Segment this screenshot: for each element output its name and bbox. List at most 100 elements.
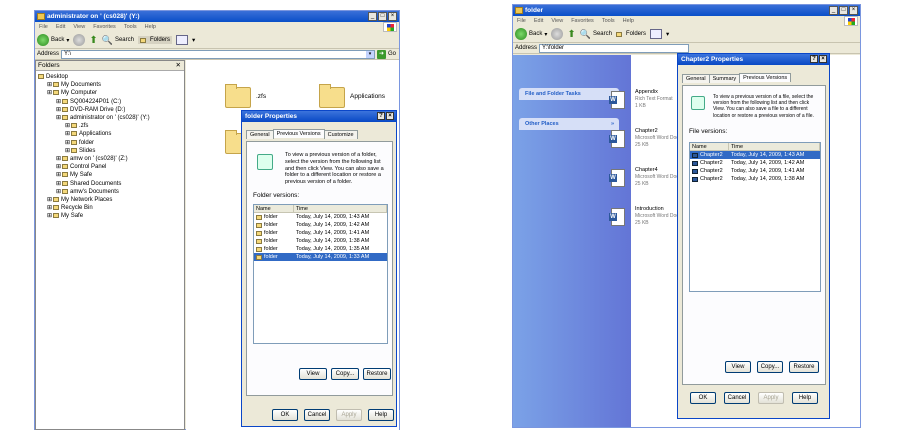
- minimize-button[interactable]: _: [368, 12, 377, 21]
- expand-toggle-icon[interactable]: ⊞: [65, 140, 70, 146]
- views-button[interactable]: [650, 29, 662, 39]
- tree-item[interactable]: ⊞ My Safe: [38, 212, 182, 220]
- expand-toggle-icon[interactable]: ⊞: [56, 107, 61, 113]
- apply-button[interactable]: Apply: [336, 409, 362, 421]
- column-header-time[interactable]: Time: [729, 143, 820, 150]
- forward-button[interactable]: [73, 34, 86, 46]
- back-button[interactable]: Back ▾: [515, 28, 547, 40]
- address-input[interactable]: Y:\folder: [539, 43, 690, 53]
- version-row[interactable]: folder Today, July 14, 2009, 1:33 AM: [254, 253, 387, 261]
- tree-item[interactable]: ⊞ administrator on ' (cs028)' (Y:): [38, 114, 182, 122]
- tree-item[interactable]: ⊞ DVD-RAM Drive (D:): [38, 106, 182, 114]
- tree-item[interactable]: ⊞ amw on ' (cs028)' (Z:): [38, 155, 182, 163]
- expand-toggle-icon[interactable]: ⊞: [56, 115, 61, 121]
- tree-item[interactable]: ⊞ .zfs: [38, 122, 182, 130]
- dialog-close-icon[interactable]: ×: [819, 55, 827, 63]
- apply-button[interactable]: Apply: [758, 392, 784, 404]
- help-icon[interactable]: ?: [810, 55, 818, 63]
- close-button[interactable]: ×: [849, 6, 858, 15]
- version-row[interactable]: folder Today, July 14, 2009, 1:42 AM: [254, 221, 387, 229]
- help-icon[interactable]: ?: [377, 112, 385, 120]
- file-item[interactable]: AppendixRich Text Format1 KB: [609, 89, 679, 123]
- tab-general[interactable]: General: [246, 130, 274, 139]
- minimize-button[interactable]: _: [829, 6, 838, 15]
- expand-toggle-icon[interactable]: ⊞: [65, 131, 70, 137]
- file-item[interactable]: Chapter4Microsoft Word Docu...25 KB: [609, 167, 679, 201]
- tree-item[interactable]: Desktop: [38, 73, 182, 81]
- folders-button[interactable]: Folders: [137, 36, 172, 44]
- tab-general[interactable]: General: [682, 74, 710, 83]
- versions-list[interactable]: Name Time Chapter2 Today, July 14, 2009, 1:…: [689, 142, 821, 292]
- menu-item-view[interactable]: View: [73, 22, 85, 32]
- tree-item[interactable]: ⊞ folder: [38, 139, 182, 147]
- views-button[interactable]: [176, 35, 188, 45]
- tab-previous-versions[interactable]: Previous Versions: [739, 73, 792, 82]
- view-button[interactable]: View: [299, 368, 327, 380]
- menu-item-favorites[interactable]: Favorites: [93, 22, 116, 32]
- tree-item[interactable]: ⊞ amw's Documents: [38, 188, 182, 196]
- dialog-close-icon[interactable]: ×: [386, 112, 394, 120]
- view-button[interactable]: View: [725, 361, 751, 373]
- search-button[interactable]: 🔍 Search: [580, 29, 612, 40]
- version-row[interactable]: folder Today, July 14, 2009, 1:43 AM: [254, 213, 387, 221]
- expand-toggle-icon[interactable]: ⊞: [47, 90, 52, 96]
- back-button[interactable]: Back ▾: [37, 34, 69, 46]
- expand-toggle-icon[interactable]: ⊞: [56, 156, 61, 162]
- expand-toggle-icon[interactable]: ⊞: [65, 148, 70, 154]
- expand-toggle-icon[interactable]: ⊞: [56, 189, 61, 195]
- versions-list[interactable]: Name Time folder Today, July 14, 2009, 1:43…: [253, 204, 388, 344]
- menu-item-help[interactable]: Help: [623, 16, 634, 26]
- close-button[interactable]: ×: [388, 12, 397, 21]
- expand-toggle-icon[interactable]: ⊞: [56, 181, 61, 187]
- tree-item[interactable]: ⊞ My Documents: [38, 81, 182, 89]
- version-row[interactable]: Chapter2 Today, July 14, 2009, 1:38 AM: [690, 175, 820, 183]
- column-header-time[interactable]: Time: [294, 205, 387, 212]
- forward-button[interactable]: [551, 28, 564, 40]
- cancel-button[interactable]: Cancel: [724, 392, 750, 404]
- file-item[interactable]: Chapter2Microsoft Word Docu...25 KB: [609, 128, 679, 162]
- version-row[interactable]: folder Today, July 14, 2009, 1:38 AM: [254, 237, 387, 245]
- menu-item-tools[interactable]: Tools: [124, 22, 137, 32]
- tab-previous-versions[interactable]: Previous Versions: [272, 129, 325, 138]
- restore-button[interactable]: Restore: [789, 361, 819, 373]
- tree-item[interactable]: ⊞ SQ004224P01 (C:): [38, 98, 182, 106]
- tree-item[interactable]: ⊞ Recycle Bin: [38, 204, 182, 212]
- other-places-panel[interactable]: Other Places»: [519, 118, 619, 130]
- search-button[interactable]: 🔍 Search: [102, 35, 134, 46]
- address-dropdown-icon[interactable]: ▾: [365, 50, 374, 58]
- tab-summary[interactable]: Summary: [708, 74, 741, 83]
- ok-button[interactable]: OK: [690, 392, 716, 404]
- menu-item-edit[interactable]: Edit: [56, 22, 65, 32]
- expand-toggle-icon[interactable]: ⊞: [56, 164, 61, 170]
- expand-toggle-icon[interactable]: ⊞: [65, 123, 70, 129]
- tree-item[interactable]: ⊞ My Network Places: [38, 196, 182, 204]
- menu-item-file[interactable]: File: [517, 16, 526, 26]
- menu-item-view[interactable]: View: [551, 16, 563, 26]
- menu-item-edit[interactable]: Edit: [534, 16, 543, 26]
- expand-toggle-icon[interactable]: ⊞: [47, 205, 52, 211]
- maximize-button[interactable]: □: [378, 12, 387, 21]
- left-title-bar[interactable]: administrator on ' (cs028)' (Y:) _ □ ×: [35, 11, 399, 22]
- copy-button[interactable]: Copy...: [331, 368, 359, 380]
- help-button[interactable]: Help: [792, 392, 818, 404]
- expand-toggle-icon[interactable]: ⊞: [47, 82, 52, 88]
- file-folder-tasks-panel[interactable]: File and Folder Tasks»: [519, 88, 619, 100]
- version-row[interactable]: Chapter2 Today, July 14, 2009, 1:43 AM: [690, 151, 820, 159]
- ok-button[interactable]: OK: [272, 409, 298, 421]
- tree-item[interactable]: ⊞ Shared Documents: [38, 180, 182, 188]
- maximize-button[interactable]: □: [839, 6, 848, 15]
- expand-toggle-icon[interactable]: ⊞: [47, 213, 52, 219]
- tree-item[interactable]: ⊞ My Safe: [38, 171, 182, 179]
- menu-item-help[interactable]: Help: [145, 22, 156, 32]
- tree-item[interactable]: ⊞ Applications: [38, 130, 182, 138]
- tab-customize[interactable]: Customize: [323, 130, 358, 139]
- copy-button[interactable]: Copy...: [757, 361, 783, 373]
- up-folder-icon[interactable]: ⬆: [89, 35, 97, 46]
- expand-toggle-icon[interactable]: ⊞: [56, 172, 61, 178]
- expand-toggle-icon[interactable]: ⊞: [47, 197, 52, 203]
- menu-item-file[interactable]: File: [39, 22, 48, 32]
- column-header-name[interactable]: Name: [254, 205, 294, 212]
- tree-item[interactable]: ⊞ My Computer: [38, 89, 182, 97]
- version-row[interactable]: folder Today, July 14, 2009, 1:35 AM: [254, 245, 387, 253]
- cancel-button[interactable]: Cancel: [304, 409, 330, 421]
